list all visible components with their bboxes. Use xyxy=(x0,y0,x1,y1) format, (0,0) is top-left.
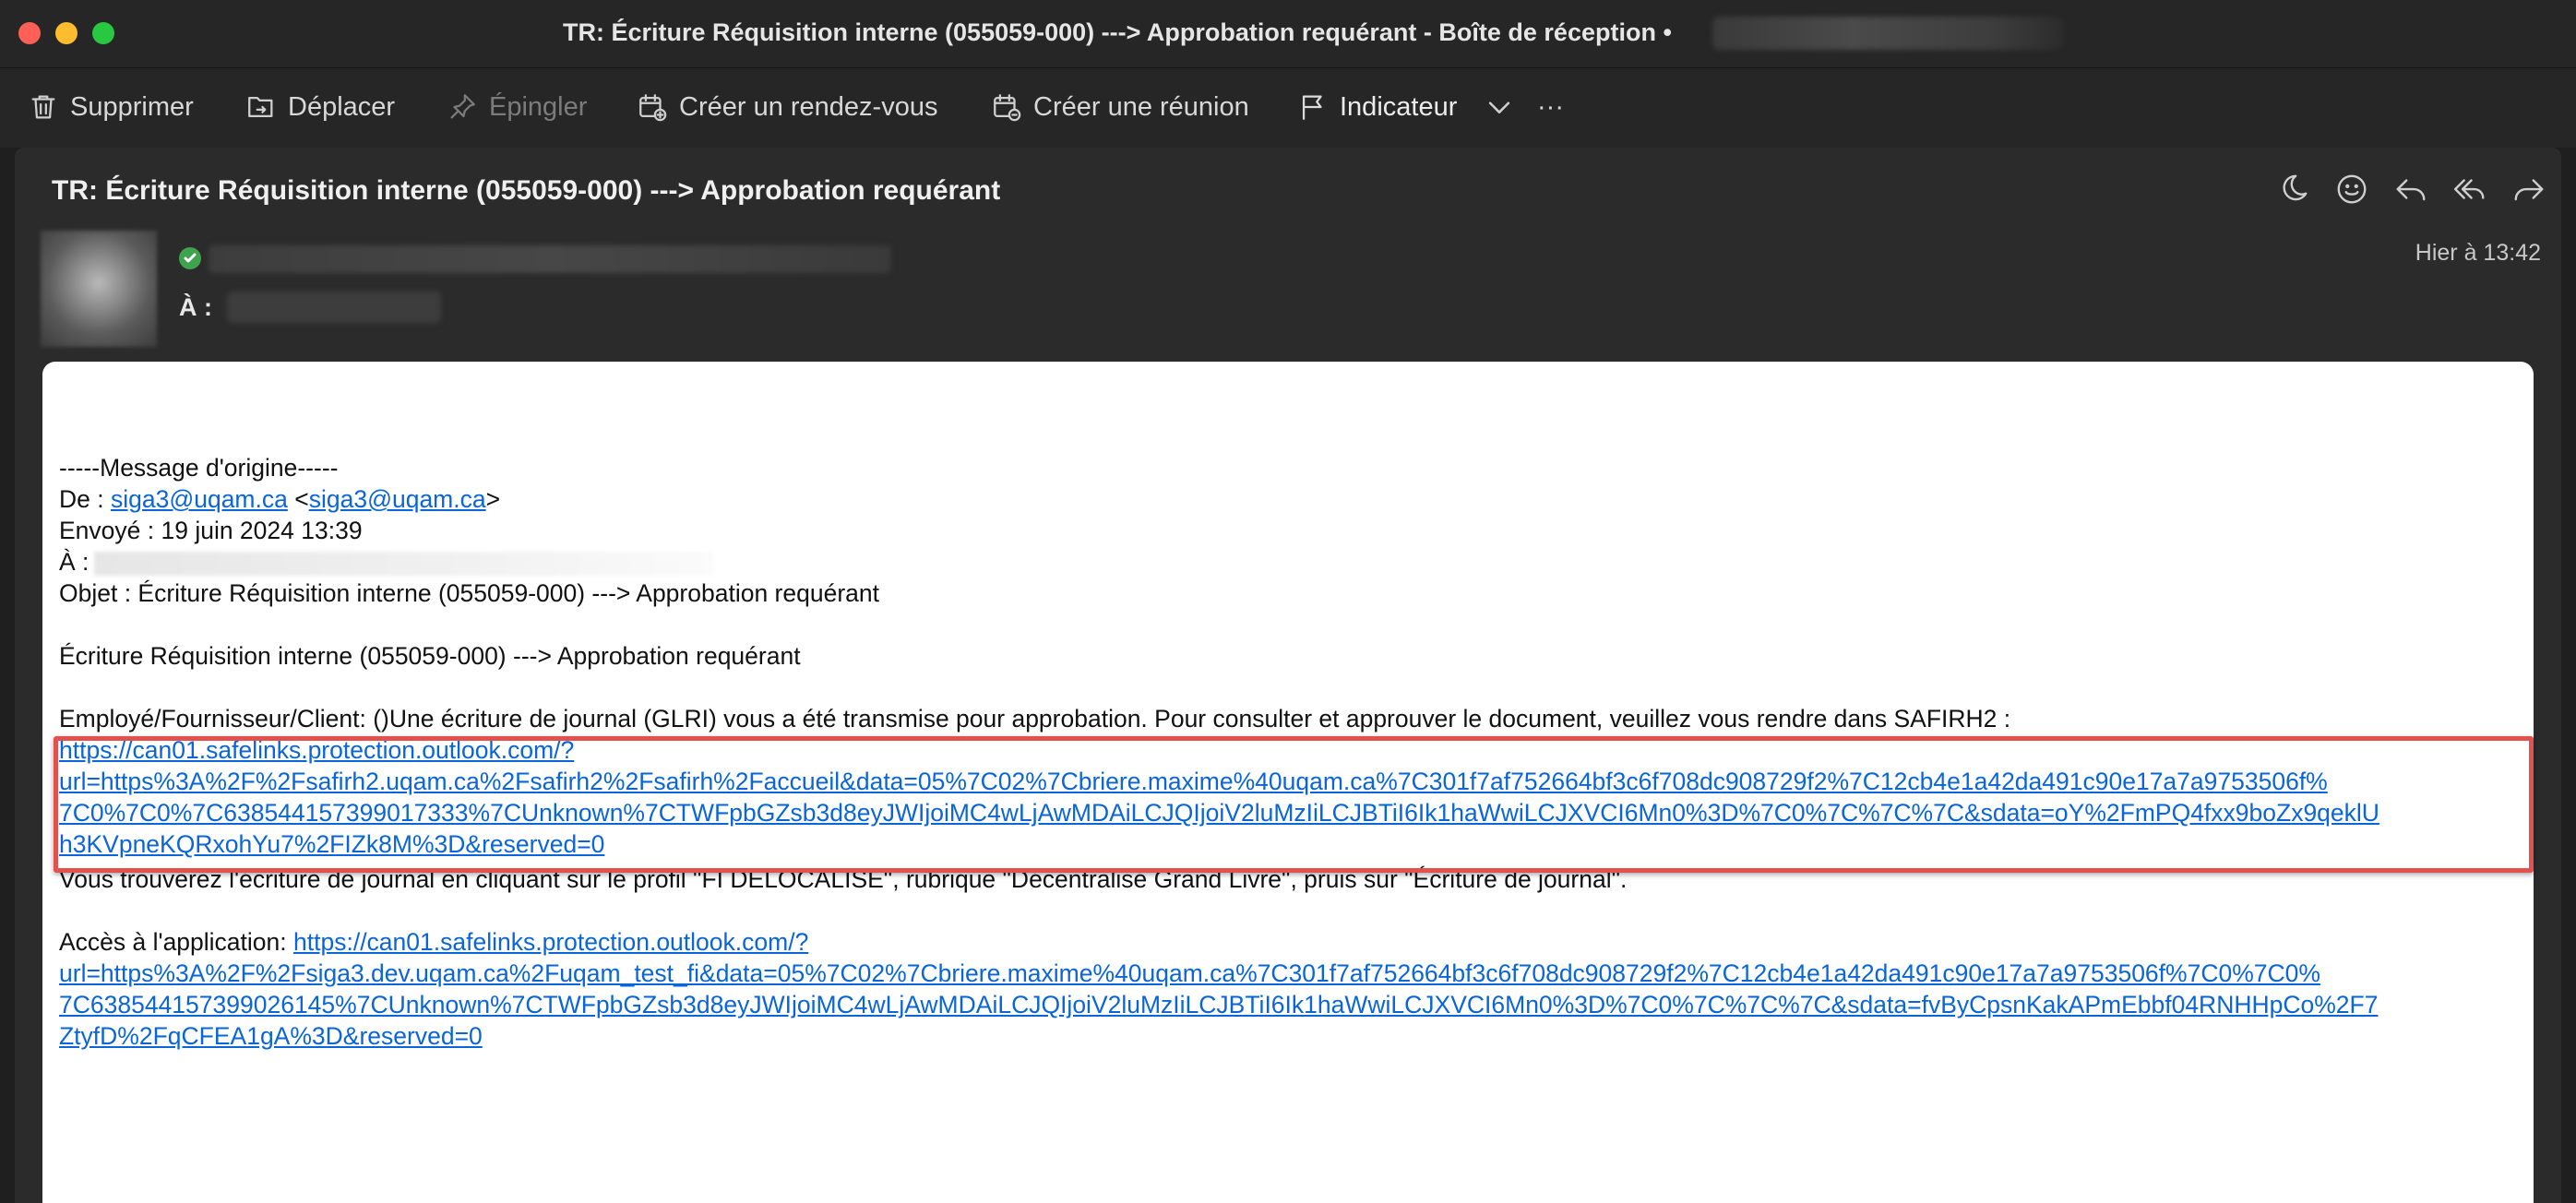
from-prefix: De : xyxy=(59,485,111,513)
delete-button[interactable]: Supprimer xyxy=(28,85,194,129)
window-title: TR: Écriture Réquisition interne (055059… xyxy=(563,18,1672,46)
safirh2-link-line-2[interactable]: url=https%3A%2F%2Fsafirh2.uqam.ca%2Fsafi… xyxy=(59,766,2513,797)
meeting-add-icon xyxy=(994,94,1021,122)
forward-icon xyxy=(2514,179,2544,201)
access-prefix: Accès à l'application: xyxy=(59,928,294,956)
to-line: À : xyxy=(59,546,2513,578)
meeting-label: Créer une réunion xyxy=(1033,91,1249,122)
subject-line: Objet : Écriture Réquisition interne (05… xyxy=(59,579,879,607)
app-link-line-1[interactable]: https://can01.safelinks.protection.outlo… xyxy=(293,928,808,956)
appointment-label: Créer un rendez-vous xyxy=(679,91,938,122)
sent-line: Envoyé : 19 juin 2024 13:39 xyxy=(59,517,363,544)
reaction-button[interactable] xyxy=(2334,172,2369,207)
more-icon: ··· xyxy=(1537,91,1564,122)
access-line: Accès à l'application: https://can01.saf… xyxy=(59,926,2513,958)
zoom-window-button[interactable] xyxy=(92,22,114,44)
from-line: De : siga3@uqam.ca <siga3@uqam.ca> xyxy=(59,483,2513,515)
instructions-paragraph: Vous trouverez l'écriture de journal en … xyxy=(59,865,1628,893)
close-window-button[interactable] xyxy=(18,22,41,44)
from-email-link[interactable]: siga3@uqam.ca xyxy=(111,485,288,513)
more-button[interactable]: ··· xyxy=(1537,85,1564,129)
from-email-link-2[interactable]: siga3@uqam.ca xyxy=(309,485,486,513)
to-redacted xyxy=(94,552,715,576)
from-gt: > xyxy=(485,485,501,513)
folder-move-icon xyxy=(248,96,273,118)
to-prefix: À : xyxy=(59,548,89,576)
from-lt: < xyxy=(287,485,309,513)
pin-button[interactable]: Épingler xyxy=(447,85,587,129)
app-link-line-4[interactable]: ZtyfD%2FqCFEA1gA%3D&reserved=0 xyxy=(59,1020,2513,1052)
mail-window: TR: Écriture Réquisition interne (055059… xyxy=(0,0,2576,1203)
original-message-header: -----Message d'origine----- xyxy=(59,454,339,482)
recipient-redacted[interactable] xyxy=(227,292,441,323)
message-body-text: -----Message d'origine----- De : siga3@u… xyxy=(54,452,2534,1052)
message-body: -----Message d'origine----- De : siga3@u… xyxy=(42,362,2534,1203)
sender-avatar[interactable] xyxy=(41,231,157,347)
minimize-window-button[interactable] xyxy=(55,22,78,44)
calendar-add-icon xyxy=(639,94,667,122)
create-meeting-button[interactable]: Créer une réunion xyxy=(991,85,1249,129)
move-label: Déplacer xyxy=(288,91,396,122)
title-bar: TR: Écriture Réquisition interne (055059… xyxy=(0,0,2576,68)
intro-paragraph: Employé/Fournisseur/Client: ()Une écritu… xyxy=(59,705,2011,733)
forward-button[interactable] xyxy=(2511,172,2546,207)
reply-button[interactable] xyxy=(2393,172,2428,207)
flag-label: Indicateur xyxy=(1340,91,1458,122)
reading-pane: TR: Écriture Réquisition interne (055059… xyxy=(15,148,2561,1203)
safirh2-link-line-3[interactable]: 7C0%7C0%7C638544157399017333%7CUnknown%7… xyxy=(59,797,2513,828)
highlighted-link-block: https://can01.safelinks.protection.outlo… xyxy=(54,734,2534,873)
snooze-button[interactable] xyxy=(2275,172,2310,207)
create-appointment-button[interactable]: Créer un rendez-vous xyxy=(637,85,937,129)
moon-icon xyxy=(2283,174,2308,201)
reply-all-button[interactable] xyxy=(2452,172,2487,207)
message-actions xyxy=(2275,172,2546,207)
app-link-line-3[interactable]: 7C638544157399026145%7CUnknown%7CTWFpbGZ… xyxy=(59,989,2513,1020)
emoji-icon xyxy=(2337,174,2367,204)
pin-icon xyxy=(450,94,475,119)
pin-label: Épingler xyxy=(489,91,588,122)
sender-name-redacted[interactable] xyxy=(209,245,891,273)
safirh2-link-line-4[interactable]: h3KVpneKQRxohYu7%2FIZk8M%3D&reserved=0 xyxy=(59,828,2513,860)
app-link-line-2[interactable]: url=https%3A%2F%2Fsiga3.dev.uqam.ca%2Fuq… xyxy=(59,958,2513,989)
body-heading: Écriture Réquisition interne (055059-000… xyxy=(59,642,801,670)
trash-icon xyxy=(31,95,55,119)
flag-options-button[interactable] xyxy=(1484,85,1515,129)
chevron-down-icon xyxy=(1488,101,1510,113)
reply-all-icon xyxy=(2453,179,2485,199)
move-button[interactable]: Déplacer xyxy=(245,85,395,129)
message-timestamp: Hier à 13:42 xyxy=(2415,240,2541,266)
flag-icon xyxy=(1302,95,1322,120)
to-label: À : xyxy=(179,293,212,321)
reply-icon xyxy=(2396,179,2426,201)
message-toolbar: Supprimer Déplacer Épingler Créer un ren… xyxy=(0,68,2576,148)
safirh2-link-line-1[interactable]: https://can01.safelinks.protection.outlo… xyxy=(59,734,2513,766)
verified-check-icon xyxy=(179,247,201,269)
redacted-account xyxy=(1712,17,2063,50)
delete-label: Supprimer xyxy=(70,91,194,122)
message-subject: TR: Écriture Réquisition interne (055059… xyxy=(52,175,1001,206)
flag-button[interactable]: Indicateur xyxy=(1297,85,1457,129)
